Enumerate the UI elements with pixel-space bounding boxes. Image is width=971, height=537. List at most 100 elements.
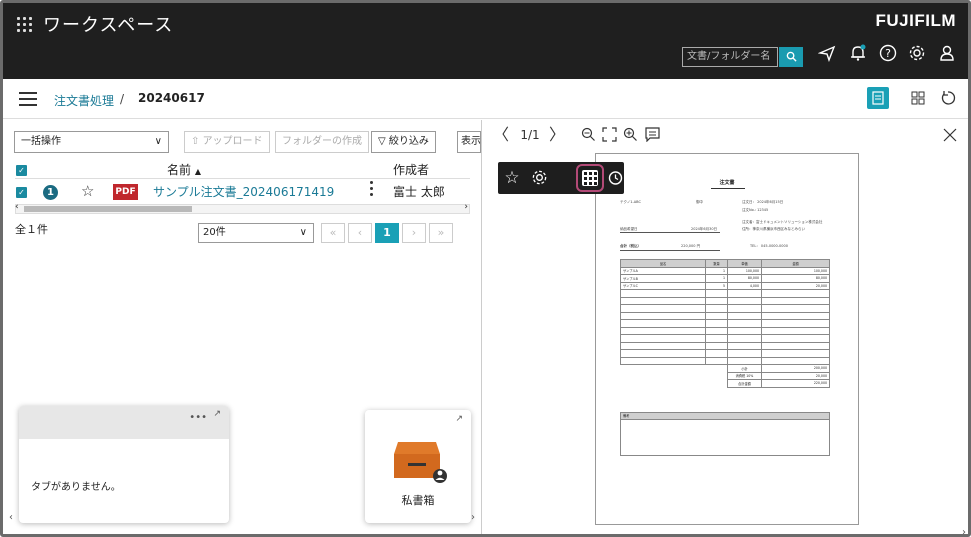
doc-col-qty: 数量 (705, 259, 728, 268)
next-page-icon[interactable]: › (402, 223, 426, 243)
upload-label: アップロード (202, 136, 263, 147)
scrollbar-thumb[interactable] (24, 206, 192, 212)
private-box-panel[interactable]: ↗ 私書箱 (365, 410, 471, 523)
notification-bell-icon[interactable] (846, 44, 870, 68)
document-view-icon[interactable] (867, 87, 889, 109)
bulk-action-select[interactable]: 一括操作 ∨ (14, 131, 169, 153)
doc-to: テクノ1-ABC (620, 200, 641, 204)
item-count: 全１件 (15, 223, 48, 236)
chevron-down-icon: ∨ (299, 227, 307, 238)
page-size-select[interactable]: 20件 ∨ (198, 223, 314, 243)
search-input[interactable]: 文書/フォルダー名 (682, 47, 778, 67)
fit-page-icon[interactable] (599, 121, 619, 149)
scroll-right-icon[interactable]: › (464, 202, 468, 212)
doc-order-no: 注文No.: 12345 (742, 208, 769, 212)
star-icon[interactable]: ☆ (501, 167, 523, 189)
display-label: 表示 (461, 136, 481, 147)
doc-honorific: 御中 (696, 200, 703, 204)
column-header-name[interactable]: 名前 ▲ (167, 161, 201, 178)
tabs-empty-message: タブがありません。 (31, 482, 121, 493)
breadcrumb-parent-link[interactable]: 注文書処理 (54, 92, 114, 109)
doc-row: サンプルC 5 4,000 20,000 (620, 281, 830, 290)
zoom-out-icon[interactable] (578, 121, 598, 149)
column-header-creator[interactable]: 作成者 (393, 161, 429, 178)
help-icon[interactable]: ? (876, 44, 900, 68)
history-icon[interactable] (606, 167, 624, 189)
refresh-icon[interactable] (937, 87, 959, 109)
floating-toolbar: ☆ (498, 162, 624, 194)
more-icon[interactable]: ••• (189, 412, 207, 423)
first-page-icon[interactable]: « (321, 223, 345, 243)
upload-button[interactable]: ⇧ アップロード (184, 131, 270, 153)
doc-remarks-label: 備考 (621, 413, 829, 420)
chevron-down-icon: ∨ (154, 136, 162, 147)
row-checkbox[interactable]: ✓ (16, 187, 27, 198)
scroll-right-icon[interactable]: › (962, 527, 966, 534)
doc-tax: 20,000 (761, 371, 830, 380)
tabs-panel: ••• ↗ タブがありません。 (19, 406, 229, 523)
document-page: 注文書 テクノ1-ABC 御中 注文日： 2024年6月15日 注文No.: 1… (595, 153, 859, 525)
doc-row: サンプルA 1 100,000 100,000 (620, 266, 830, 275)
doc-total-value: 220,000 円 (681, 244, 701, 248)
send-icon[interactable] (815, 44, 839, 68)
tile-view-icon[interactable] (907, 87, 929, 109)
doc-subtotal-label: 小計 (727, 364, 762, 373)
doc-grand: 220,000 (761, 379, 830, 388)
file-name-link[interactable]: サンプル注文書_202406171419 (153, 183, 334, 200)
display-button[interactable]: 表示 (457, 131, 481, 153)
doc-col-amount: 金額 (761, 259, 830, 268)
select-all-checkbox[interactable]: ✓ (16, 165, 27, 176)
filter-label: 絞り込み (388, 136, 429, 147)
create-folder-button[interactable]: フォルダーの作成 (275, 131, 369, 153)
svg-text:?: ? (885, 47, 891, 60)
workspace-title: ワークスペース (43, 15, 174, 36)
page-indicator: 1/1 (520, 128, 540, 142)
expand-icon[interactable]: ↗ (455, 414, 463, 424)
inbox-tray-icon (394, 442, 447, 483)
pdf-file-icon: PDF (113, 184, 138, 200)
app-launcher-icon[interactable] (17, 17, 33, 33)
doc-col-item: 品名 (620, 259, 706, 268)
settings-icon[interactable] (528, 167, 550, 189)
scroll-left-icon[interactable]: ‹ (15, 202, 19, 212)
creator-name: 富士 太郎 (393, 185, 445, 199)
page-number-button[interactable]: 1 (375, 223, 399, 243)
expand-icon[interactable]: ↗ (213, 409, 221, 419)
search-icon (786, 51, 797, 62)
star-icon[interactable]: ☆ (81, 182, 94, 200)
scroll-left-icon[interactable]: ‹ (9, 512, 13, 523)
version-badge: 1 (43, 185, 58, 200)
horizontal-scrollbar[interactable]: ‹ › (15, 202, 470, 214)
filter-button[interactable]: ▽ 絞り込み (371, 131, 436, 153)
doc-subtotal: 200,000 (761, 364, 830, 373)
column-name-label: 名前 (167, 163, 192, 177)
header-divider (15, 178, 470, 179)
more-options-icon[interactable] (370, 179, 374, 199)
bulk-action-label: 一括操作 (21, 136, 61, 147)
doc-company: 注文者：富士ドキュメントソリューション株式会社 (742, 220, 823, 224)
next-page-icon[interactable]: 〉 (548, 121, 566, 149)
prev-page-icon[interactable]: ‹ (348, 223, 372, 243)
last-page-icon[interactable]: » (429, 223, 453, 243)
search-button[interactable] (779, 47, 803, 67)
doc-items-table: 品名 数量 単価 金額 サンプルA 1 100,000 100,000 サンプルB 1 8… (620, 259, 830, 388)
brand-logo: FUJIFILM (875, 11, 956, 30)
close-icon[interactable] (940, 121, 960, 149)
upload-icon: ⇧ (191, 136, 203, 147)
doc-tel: TEL： 045-0000-0000 (750, 244, 788, 248)
breadcrumb-current: 20240617 (138, 91, 205, 105)
doc-row: サンプルB 1 80,000 80,000 (620, 274, 830, 283)
user-icon[interactable] (935, 44, 959, 68)
scroll-right-icon[interactable]: › (471, 512, 475, 523)
doc-address: 住所：神奈川県横浜市西区みなとみらい (742, 227, 805, 231)
doc-remarks-box: 備考 (620, 412, 830, 456)
prev-page-icon[interactable]: 〈 (492, 121, 510, 149)
annotation-icon[interactable] (642, 121, 662, 149)
settings-icon[interactable] (905, 44, 929, 68)
private-box-label: 私書箱 (401, 494, 435, 507)
menu-icon[interactable] (19, 92, 37, 106)
create-folder-label: フォルダーの作成 (282, 136, 362, 147)
zoom-in-icon[interactable] (620, 121, 640, 149)
grid-view-icon[interactable] (576, 164, 604, 192)
doc-total-label: 合計（税込） (620, 244, 641, 248)
